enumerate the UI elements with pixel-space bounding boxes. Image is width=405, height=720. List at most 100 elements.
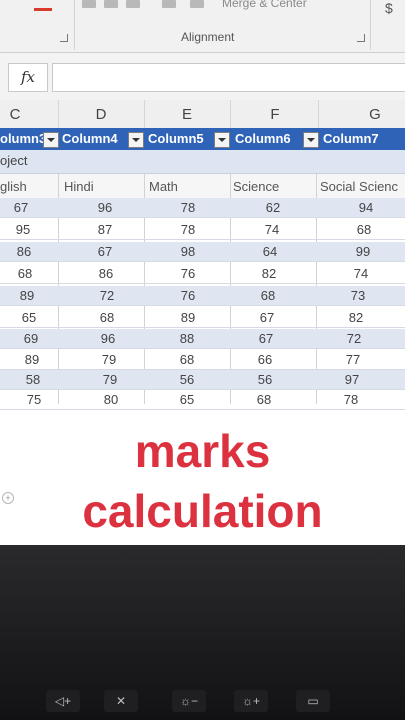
table-header-row: olumn3 Column4 Column5 Column6 Column7 bbox=[0, 128, 405, 150]
table-row[interactable]: 69 96 88 67 72 bbox=[0, 329, 405, 349]
table-row[interactable]: 95 87 78 74 68 bbox=[0, 220, 405, 240]
align-icon[interactable] bbox=[82, 0, 96, 8]
table-row[interactable]: 65 68 89 67 82 bbox=[0, 308, 405, 328]
table-cell[interactable]: 74 bbox=[336, 266, 386, 281]
volume-up-key[interactable]: ◁+ bbox=[46, 690, 80, 712]
table-cell[interactable]: 56 bbox=[240, 372, 290, 387]
align-right-icon[interactable] bbox=[126, 0, 140, 8]
table-cell[interactable]: 65 bbox=[4, 310, 54, 325]
table-cell[interactable]: 95 bbox=[0, 222, 48, 237]
table-cell[interactable]: 73 bbox=[333, 288, 383, 303]
column-letter-g[interactable]: G bbox=[362, 106, 388, 123]
table-cell[interactable]: 75 bbox=[9, 392, 59, 407]
table-cell[interactable]: 68 bbox=[339, 222, 389, 237]
subject-row[interactable]: oject bbox=[0, 150, 405, 174]
outdent-icon[interactable] bbox=[190, 0, 204, 8]
table-row[interactable]: 86 67 98 64 99 bbox=[0, 242, 405, 262]
table-cell[interactable]: 96 bbox=[80, 200, 130, 215]
table-cell[interactable]: 67 bbox=[242, 310, 292, 325]
column-headers: C D E F G bbox=[0, 100, 405, 129]
filter-dropdown-icon[interactable] bbox=[43, 132, 59, 148]
table-cell[interactable]: 86 bbox=[81, 266, 131, 281]
table-header-cell[interactable]: olumn3 bbox=[0, 128, 44, 150]
insert-function-button[interactable]: fx bbox=[8, 63, 48, 92]
table-cell[interactable]: 89 bbox=[7, 352, 57, 367]
table-row[interactable]: 75 80 65 68 78 bbox=[0, 390, 405, 410]
table-cell[interactable]: 65 bbox=[162, 392, 212, 407]
alignment-dialog-launcher-icon[interactable] bbox=[357, 34, 365, 42]
column-letter-f[interactable]: F bbox=[262, 106, 288, 123]
table-cell[interactable]: 99 bbox=[338, 244, 388, 259]
table-cell[interactable]: 77 bbox=[328, 352, 378, 367]
table-row[interactable]: 89 72 76 68 73 bbox=[0, 286, 405, 306]
table-cell[interactable]: 79 bbox=[84, 352, 134, 367]
brightness-down-key[interactable]: ☼− bbox=[172, 690, 206, 712]
table-row[interactable]: 58 79 56 56 97 bbox=[0, 370, 405, 390]
table-cell[interactable]: 88 bbox=[162, 331, 212, 346]
table-cell[interactable]: 82 bbox=[331, 310, 381, 325]
filter-dropdown-icon[interactable] bbox=[128, 132, 144, 148]
table-cell[interactable]: 72 bbox=[329, 331, 379, 346]
table-cell[interactable]: 68 bbox=[0, 266, 50, 281]
align-center-icon[interactable] bbox=[104, 0, 118, 8]
merge-center-button[interactable]: Merge & Center bbox=[222, 0, 307, 10]
table-cell[interactable]: 94 bbox=[341, 200, 391, 215]
table-row[interactable]: 68 86 76 82 74 bbox=[0, 264, 405, 284]
close-key[interactable]: ✕ bbox=[104, 690, 138, 712]
table-cell[interactable]: 67 bbox=[80, 244, 130, 259]
table-cell[interactable]: 96 bbox=[83, 331, 133, 346]
table-cell[interactable]: 87 bbox=[80, 222, 130, 237]
filter-dropdown-icon[interactable] bbox=[303, 132, 319, 148]
table-header-cell[interactable]: Column6 bbox=[235, 128, 301, 150]
caption-line-1: marks bbox=[134, 425, 271, 477]
table-cell[interactable]: 68 bbox=[239, 392, 289, 407]
table-cell[interactable]: 66 bbox=[240, 352, 290, 367]
table-cell[interactable]: 64 bbox=[245, 244, 295, 259]
table-cell[interactable]: 78 bbox=[163, 200, 213, 215]
table-cell[interactable]: 89 bbox=[2, 288, 52, 303]
table-cell[interactable]: 82 bbox=[244, 266, 294, 281]
table-header-cell[interactable]: Column7 bbox=[323, 128, 405, 150]
subject-header-cell: Math bbox=[149, 179, 178, 194]
table-cell[interactable]: 97 bbox=[327, 372, 377, 387]
table-header-cell[interactable]: Column5 bbox=[148, 128, 212, 150]
table-cell[interactable]: 67 bbox=[0, 200, 46, 215]
table-cell[interactable]: 76 bbox=[163, 288, 213, 303]
dollar-icon[interactable]: $ bbox=[385, 0, 393, 16]
table-cell[interactable]: 86 bbox=[0, 244, 49, 259]
font-dialog-launcher-icon[interactable] bbox=[60, 34, 68, 42]
table-cell[interactable]: 68 bbox=[82, 310, 132, 325]
table-cell[interactable]: 79 bbox=[85, 372, 135, 387]
table-cell[interactable]: 80 bbox=[86, 392, 136, 407]
indent-icon[interactable] bbox=[162, 0, 176, 8]
table-cell[interactable]: 76 bbox=[163, 266, 213, 281]
formula-input[interactable] bbox=[52, 63, 405, 92]
table-cell[interactable]: 72 bbox=[82, 288, 132, 303]
table-row[interactable]: 67 96 78 62 94 bbox=[0, 198, 405, 218]
table-cell[interactable]: 58 bbox=[8, 372, 58, 387]
brightness-up-key[interactable]: ☼+ bbox=[234, 690, 268, 712]
subject-header-row[interactable]: glish Hindi Math Science Social Scienc bbox=[0, 174, 405, 199]
subject-label: oject bbox=[0, 153, 28, 168]
table-cell[interactable]: 62 bbox=[248, 200, 298, 215]
column-letter-c[interactable]: C bbox=[2, 106, 28, 123]
column-letter-d[interactable]: D bbox=[88, 106, 114, 123]
table-cell[interactable]: 69 bbox=[6, 331, 56, 346]
table-cell[interactable]: 74 bbox=[247, 222, 297, 237]
display-key[interactable]: ▭ bbox=[296, 690, 330, 712]
table-cell[interactable]: 68 bbox=[162, 352, 212, 367]
table-row[interactable]: 89 79 68 66 77 bbox=[0, 350, 405, 370]
table-cell[interactable]: 67 bbox=[241, 331, 291, 346]
table-cell[interactable]: 56 bbox=[162, 372, 212, 387]
worksheet-grid[interactable]: C D E F G olumn3 Column4 Column5 Column6… bbox=[0, 100, 405, 545]
column-letter-e[interactable]: E bbox=[174, 106, 200, 123]
table-header-cell[interactable]: Column4 bbox=[62, 128, 126, 150]
filter-dropdown-icon[interactable] bbox=[214, 132, 230, 148]
table-cell[interactable]: 78 bbox=[163, 222, 213, 237]
table-cell[interactable]: 89 bbox=[163, 310, 213, 325]
table-cell[interactable]: 98 bbox=[163, 244, 213, 259]
font-color-icon[interactable] bbox=[34, 8, 52, 11]
table-cell[interactable]: 68 bbox=[243, 288, 293, 303]
table-cell[interactable]: 78 bbox=[326, 392, 376, 407]
subject-header-cell: Hindi bbox=[64, 179, 94, 194]
